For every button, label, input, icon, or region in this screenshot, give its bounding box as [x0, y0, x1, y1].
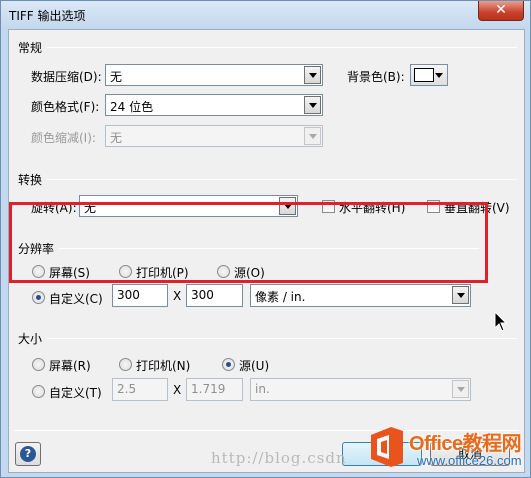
size-source-label[interactable]: 源(U) [239, 357, 269, 374]
size-height-value: 1.719 [191, 382, 226, 396]
resolution-custom-radio[interactable] [32, 291, 45, 304]
size-divider [47, 338, 517, 339]
size-section-title: 大小 [18, 332, 43, 346]
general-section-title: 常规 [18, 41, 43, 55]
resolution-times-label: X [173, 289, 182, 303]
size-printer-label[interactable]: 打印机(N) [136, 357, 190, 374]
size-screen-label[interactable]: 屏幕(R) [49, 357, 91, 374]
general-divider [47, 47, 517, 48]
chevron-down-icon[interactable] [304, 96, 321, 114]
size-custom-radio[interactable] [32, 385, 45, 398]
size-height-input[interactable]: 1.719 [186, 378, 243, 401]
help-button[interactable]: ? [15, 442, 41, 466]
background-color-label: 背景色(B): [347, 70, 405, 84]
chevron-down-icon [304, 127, 321, 145]
color-format-value: 24 位色 [110, 100, 154, 114]
color-format-label: 颜色格式(F): [31, 100, 100, 114]
chevron-down-icon [452, 380, 469, 398]
close-button[interactable]: ✕ [478, 1, 524, 21]
blog-watermark: http://blog.csdn [211, 449, 347, 467]
logo-site-text: www.office26.com [417, 453, 522, 468]
transform-section-title: 转换 [18, 173, 43, 187]
compression-value: 无 [110, 70, 123, 84]
office-logo-icon [371, 427, 403, 467]
size-width-value: 2.5 [117, 382, 137, 396]
chevron-down-icon [435, 73, 443, 78]
size-times-label: X [173, 383, 182, 397]
color-compression-label: 颜色缩减(I): [31, 131, 96, 145]
dialog-title: TIFF 输出选项 [9, 9, 86, 23]
resolution-y-input[interactable]: 300 [186, 284, 243, 307]
color-swatch [414, 68, 434, 82]
compression-label: 数据压缩(D): [31, 70, 102, 84]
size-screen-radio[interactable] [32, 358, 45, 371]
background-color-picker[interactable] [410, 64, 448, 86]
resolution-unit-value: 像素 / in. [255, 290, 306, 304]
office-tutorial-logo: Office教程网 www.office26.com [367, 425, 527, 473]
size-printer-radio[interactable] [119, 358, 132, 371]
size-unit-value: in. [255, 382, 270, 396]
chevron-down-icon[interactable] [452, 286, 469, 304]
size-source-radio[interactable] [222, 358, 235, 371]
color-compression-value: 无 [110, 131, 123, 145]
size-custom-label[interactable]: 自定义(T) [49, 384, 102, 401]
tiff-export-dialog: TIFF 输出选项 ✕ 常规 数据压缩(D): 无 背景色(B): 颜色格式(F… [0, 0, 531, 478]
resolution-unit-select[interactable]: 像素 / in. [250, 284, 471, 307]
logo-brand-text: Office教程网 [409, 433, 522, 455]
mouse-cursor-icon [494, 311, 508, 332]
size-width-input[interactable]: 2.5 [112, 378, 168, 401]
title-bar[interactable]: TIFF 输出选项 ✕ [1, 1, 530, 29]
size-unit-select[interactable]: in. [250, 378, 471, 401]
resolution-x-input[interactable]: 300 [112, 284, 168, 307]
transform-divider [47, 179, 517, 180]
resolution-y-value: 300 [191, 288, 214, 302]
chevron-down-icon[interactable] [304, 66, 321, 84]
resolution-custom-label[interactable]: 自定义(C) [49, 290, 103, 307]
help-icon: ? [20, 446, 36, 462]
resolution-highlight-box [9, 202, 488, 283]
compression-select[interactable]: 无 [105, 64, 323, 86]
resolution-x-value: 300 [117, 288, 140, 302]
color-format-select[interactable]: 24 位色 [105, 94, 323, 116]
color-compression-select[interactable]: 无 [105, 125, 323, 147]
